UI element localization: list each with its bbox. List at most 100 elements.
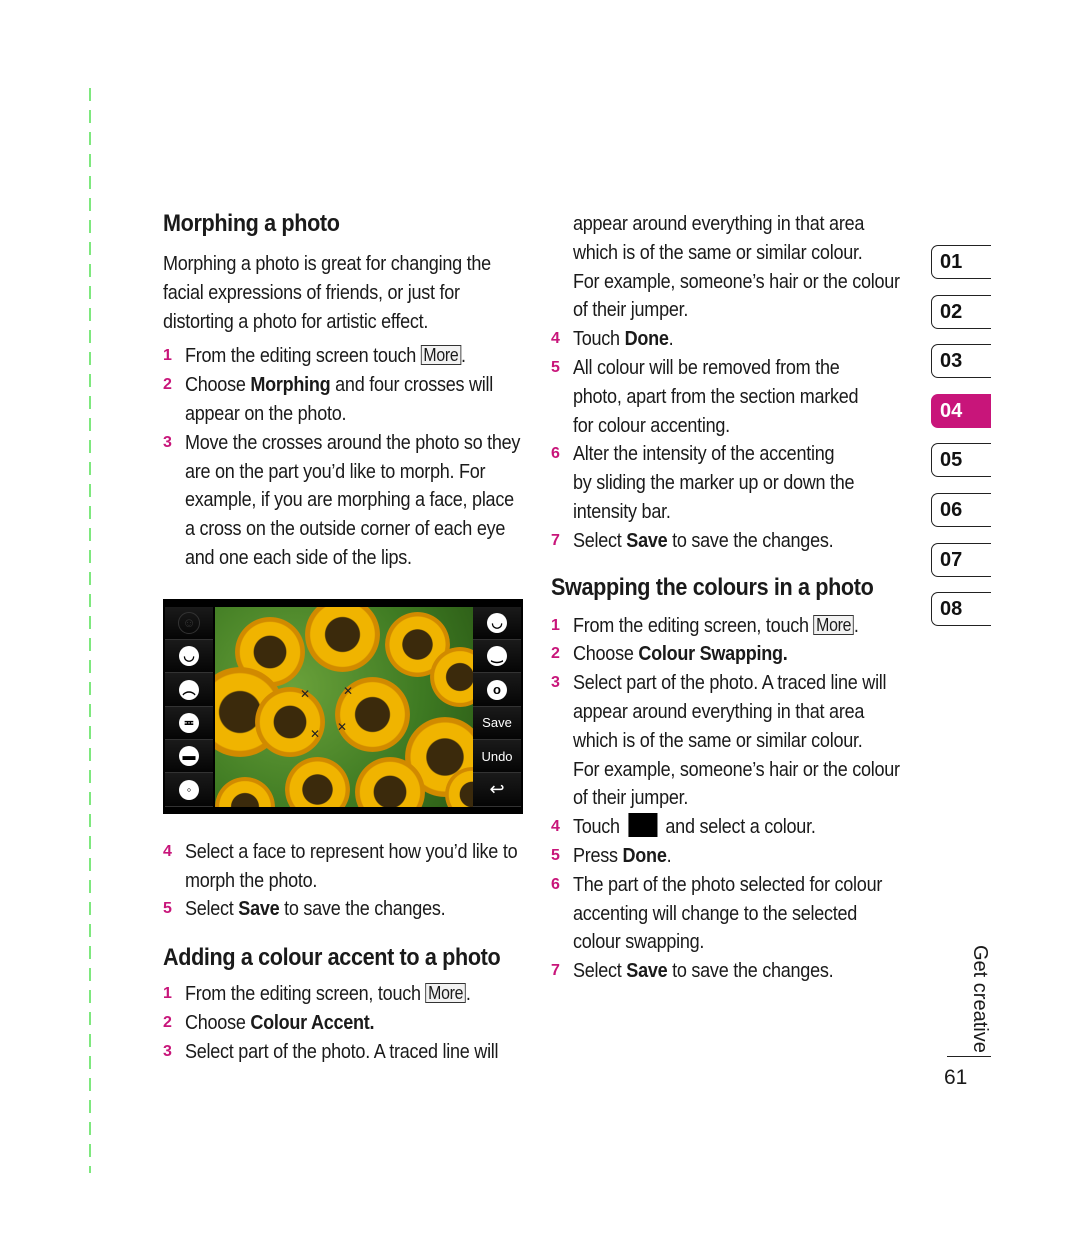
- more-button[interactable]: More: [420, 345, 462, 366]
- step-number: 3: [163, 433, 172, 451]
- right-column: appear around everything in that area whi…: [551, 210, 921, 986]
- step-number: 4: [551, 818, 560, 836]
- step-emphasis: Save: [238, 897, 280, 921]
- section-title-swapping: Swapping the colours in a photo: [551, 573, 874, 601]
- step-emphasis: Colour Accent.: [250, 1010, 375, 1034]
- step-number: 2: [163, 376, 172, 394]
- step-text: Select part of the photo. A traced line …: [573, 671, 887, 695]
- morph-cross-handle[interactable]: ✕: [300, 687, 310, 701]
- step-number: 4: [163, 842, 172, 860]
- step-number: 1: [551, 616, 560, 634]
- continued-line: For example, someone’s hair or the colou…: [573, 269, 900, 293]
- list-step: 5 Press Done.: [551, 842, 921, 871]
- list-step: 2 Choose Colour Swapping.: [551, 640, 921, 669]
- section-title-morphing: Morphing a photo: [163, 210, 340, 237]
- step-number: 4: [551, 330, 560, 348]
- step-text: Move the crosses around the photo so the…: [185, 430, 521, 454]
- chapter-rule: [947, 1056, 991, 1057]
- sad-face-icon: ︵: [179, 679, 199, 700]
- undo-button[interactable]: Undo: [473, 740, 521, 774]
- list-step: 4 Select a face to represent how you’d li…: [163, 838, 533, 896]
- list-step: 6 The part of the photo selected for colo…: [551, 871, 921, 957]
- margin-guide: [89, 88, 91, 1173]
- step-text: Select Save to save the changes.: [573, 959, 834, 983]
- face-smile-button[interactable]: ◡: [165, 640, 213, 674]
- list-step: 7 Select Save to save the changes.: [551, 957, 921, 986]
- face-rail-right: ◡ ‿ o Save Undo ↩: [473, 606, 521, 807]
- face-blank-button[interactable]: ‿: [473, 640, 521, 674]
- face-neutral-button[interactable]: ☺: [165, 606, 213, 641]
- accent-step-3-continued: appear around everything in that area whi…: [551, 210, 921, 325]
- step-emphasis: Save: [626, 528, 668, 552]
- list-step: 3 Move the crosses around the photo so th…: [163, 429, 533, 573]
- sunflower: [255, 686, 325, 757]
- list-step: 4 Touch and select a colour.: [551, 813, 921, 842]
- chapter-tab-02[interactable]: 02: [931, 294, 991, 329]
- list-step: 4 Touch Done.: [551, 325, 921, 354]
- more-button[interactable]: More: [813, 614, 854, 635]
- chapter-tab-05[interactable]: 05: [931, 443, 991, 478]
- step-emphasis: Morphing: [250, 373, 331, 397]
- step-text-continued: and one each side of the lips.: [185, 545, 412, 569]
- face-sad-button[interactable]: ︵: [165, 673, 213, 707]
- chapter-tab-01[interactable]: 01: [931, 245, 991, 279]
- more-button[interactable]: More: [425, 983, 466, 1004]
- morph-intro: Morphing a photo is great for changing t…: [163, 250, 533, 336]
- sunflower: [285, 756, 350, 807]
- chapter-tab-03[interactable]: 03: [931, 344, 991, 379]
- morph-cross-handle[interactable]: ✕: [337, 720, 347, 734]
- back-button[interactable]: ↩: [473, 773, 521, 807]
- step-number: 6: [551, 445, 560, 463]
- step-number: 1: [163, 985, 172, 1003]
- laugh-face-icon: ◡: [487, 612, 507, 633]
- left-column: Morphing a photo Morphing a photo is gre…: [163, 210, 533, 1067]
- step-text: Select a face to represent how you’d lik…: [185, 839, 518, 863]
- face-wide-button[interactable]: ▬: [165, 740, 213, 774]
- smiley-outline-icon: ☺: [178, 611, 200, 634]
- step-text: Select Save to save the changes.: [573, 528, 834, 552]
- section-title-accent: Adding a colour accent to a photo: [163, 944, 501, 972]
- chapter-tab-06[interactable]: 06: [931, 492, 991, 527]
- chapter-tab-07[interactable]: 07: [931, 542, 991, 577]
- chapter-label: Get creative: [969, 945, 991, 1053]
- step-text: Choose Colour Accent.: [185, 1010, 375, 1034]
- intro-line: facial expressions of friends, or just f…: [163, 280, 460, 304]
- open-mouth-face-icon: ◦: [179, 779, 199, 800]
- continued-line: which is of the same or similar colour.: [573, 240, 863, 264]
- list-step: 3 Select part of the photo. A traced line…: [551, 669, 921, 813]
- face-open-button[interactable]: ◦: [165, 773, 213, 807]
- swap-steps: 1 From the editing screen, touch More. 2 Ch…: [551, 612, 921, 986]
- chapter-tab-04[interactable]: 04: [931, 393, 991, 428]
- step-emphasis: Colour Swapping.: [638, 642, 788, 666]
- save-button[interactable]: Save: [473, 706, 521, 741]
- step-number: 2: [551, 645, 560, 663]
- morph-cross-handle[interactable]: ✕: [310, 727, 320, 741]
- step-text-continued: are on the part you’d like to morph. For: [185, 459, 486, 483]
- step-text-continued: for colour accenting.: [573, 413, 730, 437]
- step-number: 7: [551, 531, 560, 549]
- face-angry-button[interactable]: ≖: [165, 706, 213, 741]
- chapter-tabs: 01 02 03 04 05 06 07 08: [931, 245, 991, 642]
- sunflower: [215, 776, 275, 807]
- step-text-continued: morph the photo.: [185, 868, 318, 892]
- chapter-tab-08[interactable]: 08: [931, 592, 991, 627]
- face-surprised-button[interactable]: o: [473, 673, 521, 707]
- colour-swatch[interactable]: [628, 813, 658, 838]
- step-emphasis: Done: [624, 327, 669, 351]
- intro-line: distorting a photo for artistic effect.: [163, 309, 429, 333]
- morph-cross-handle[interactable]: ✕: [343, 684, 353, 698]
- sunflower: [305, 606, 380, 672]
- list-step: 2 Choose Morphing and four crosses will ap…: [163, 371, 533, 429]
- step-text: Press Done.: [573, 843, 672, 867]
- continued-line: of their jumper.: [573, 298, 689, 322]
- step-number: 5: [551, 358, 560, 376]
- step-number: 3: [551, 674, 560, 692]
- list-step: 1 From the editing screen touch More.: [163, 342, 533, 371]
- step-text: From the editing screen touch More.: [185, 344, 466, 368]
- step-number: 5: [163, 900, 172, 918]
- step-text: Choose Colour Swapping.: [573, 642, 788, 666]
- step-text-continued: photo, apart from the section marked: [573, 384, 859, 408]
- face-laugh-button[interactable]: ◡: [473, 606, 521, 641]
- blank-face-icon: ‿: [487, 646, 507, 667]
- list-step: 6 Alter the intensity of the accenting by …: [551, 440, 921, 526]
